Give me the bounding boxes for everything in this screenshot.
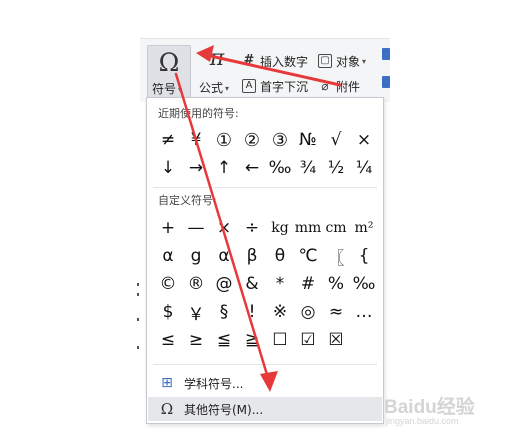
arrowhead <box>260 371 278 392</box>
watermark-url: jingyan.baidu.com <box>386 416 459 426</box>
arrowhead <box>196 45 214 62</box>
arrow-to-more-symbols <box>174 72 270 380</box>
annotation-arrows <box>174 45 342 392</box>
arrow-to-symbol-button <box>204 53 342 87</box>
watermark-logo: Baidu经验 <box>384 397 475 418</box>
